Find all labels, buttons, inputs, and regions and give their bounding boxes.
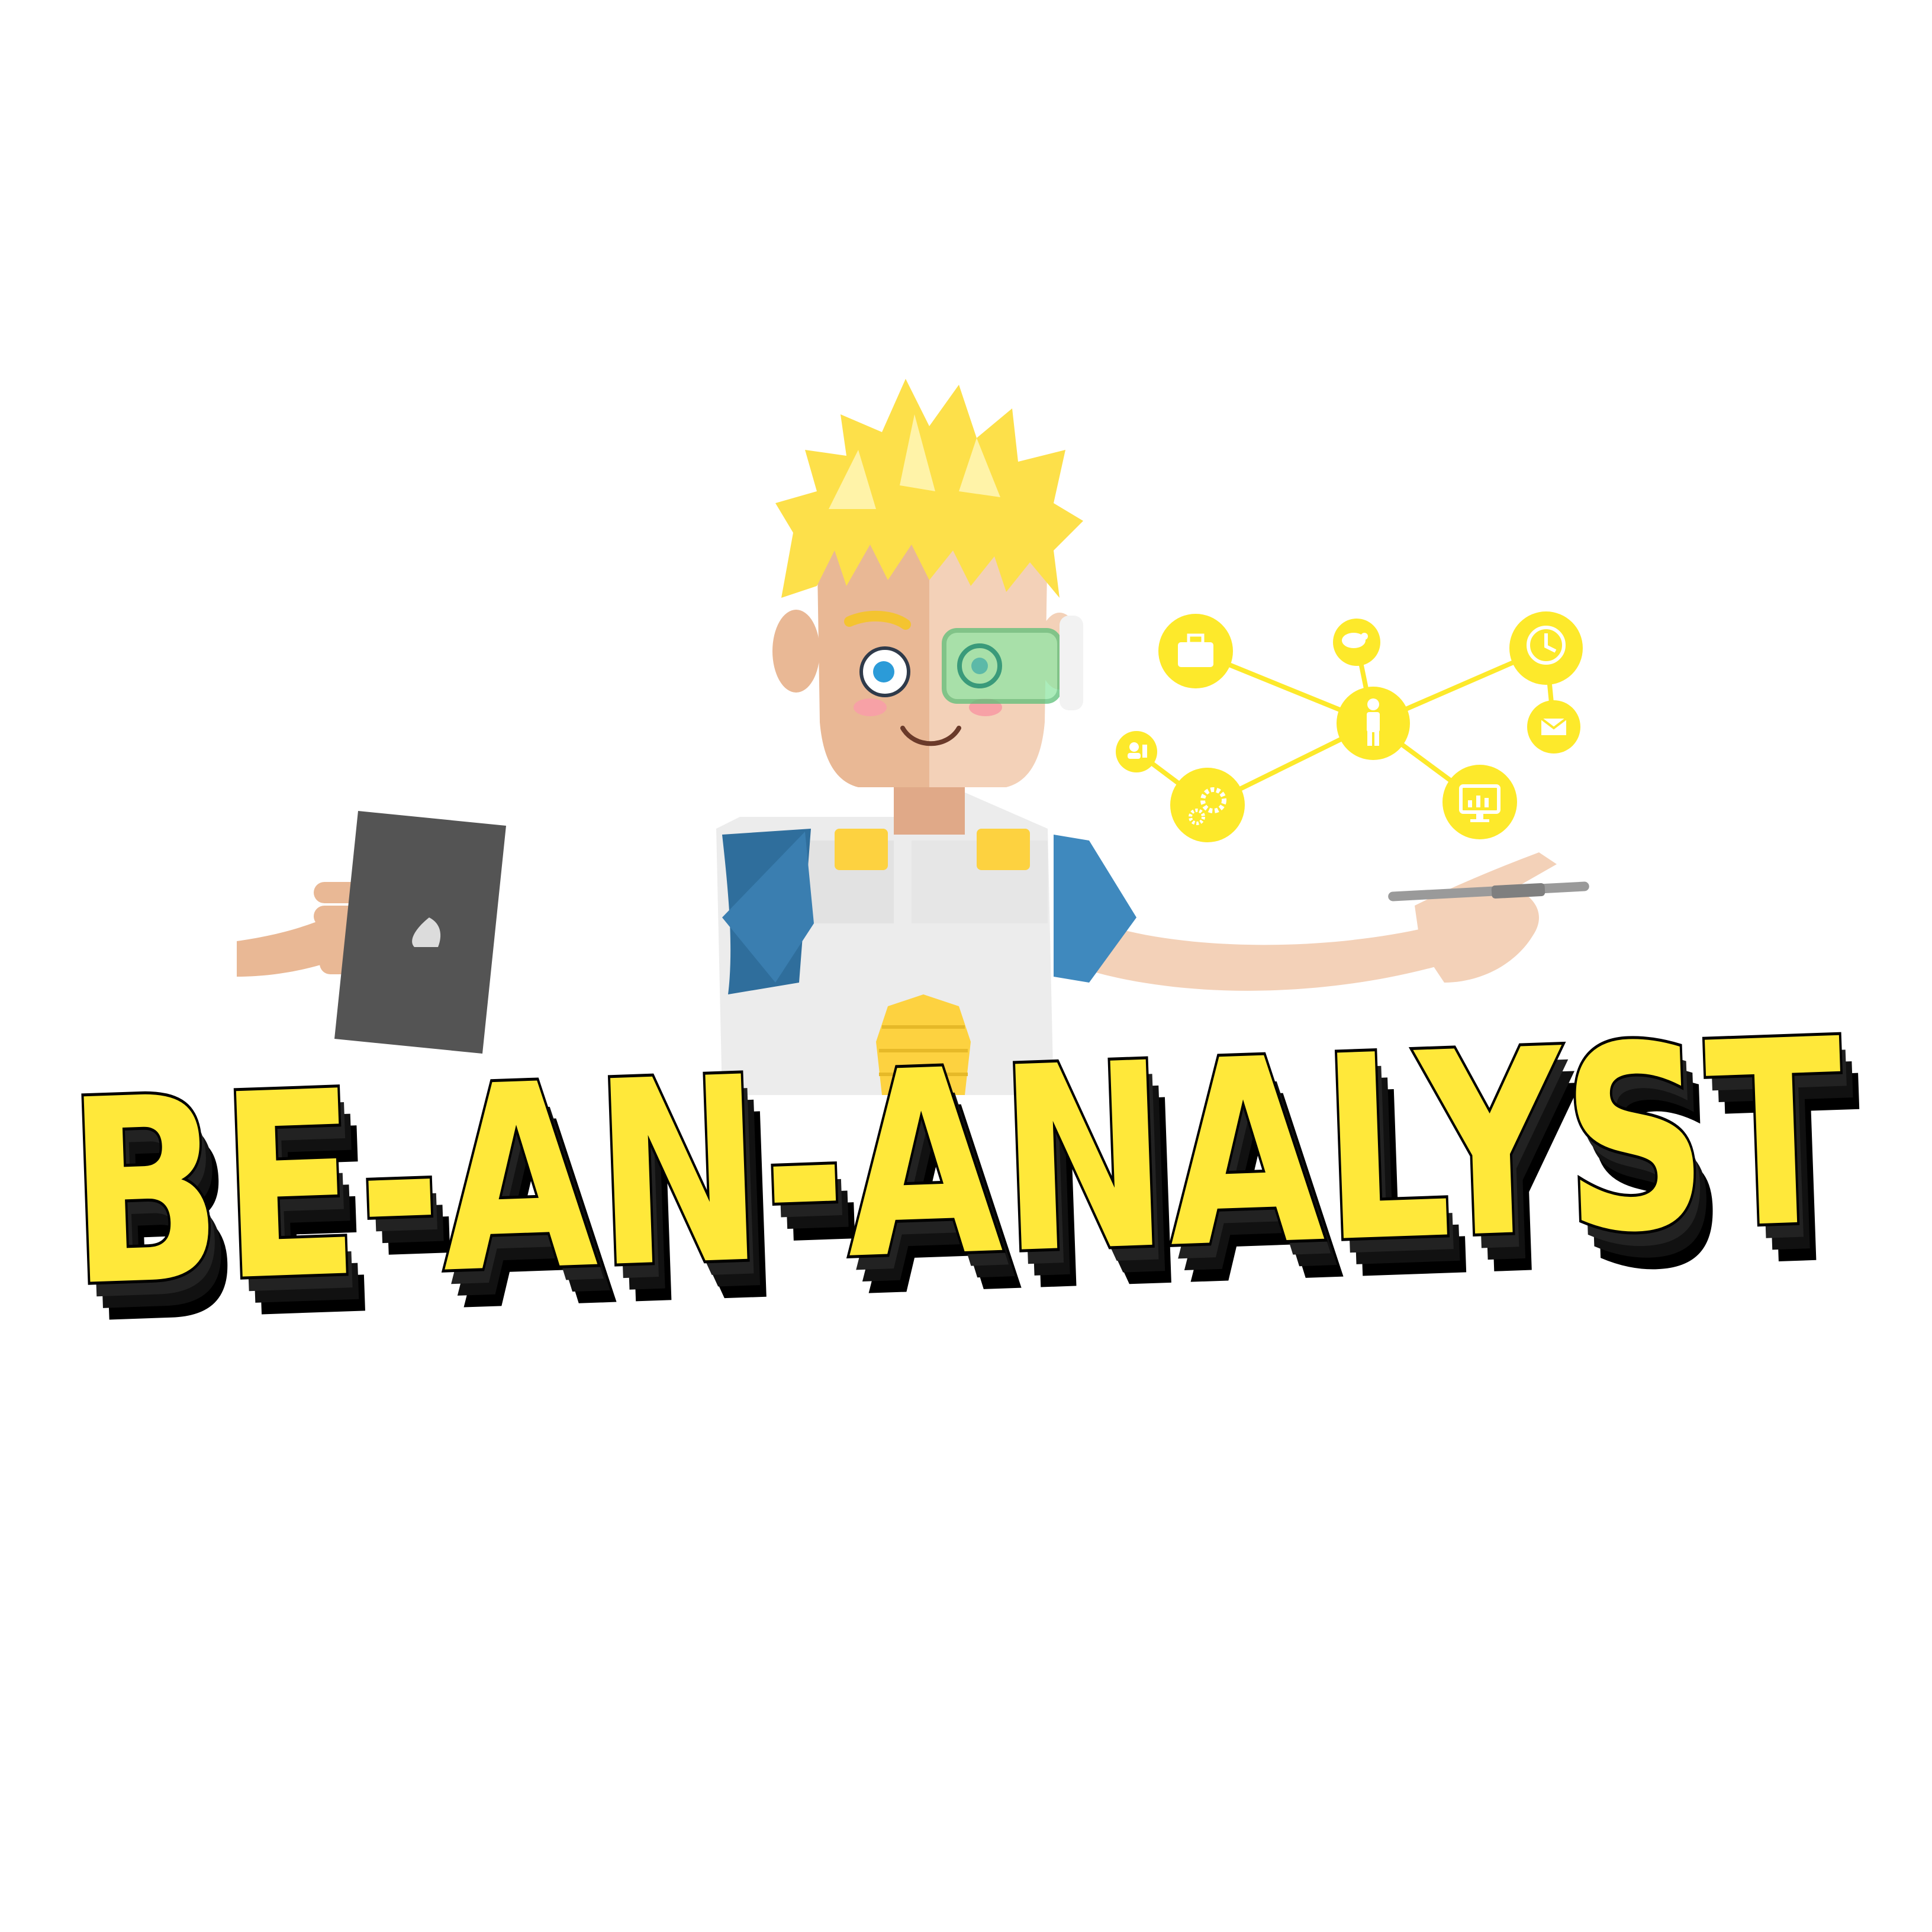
left-eye xyxy=(859,646,910,697)
right-arm xyxy=(1071,917,1462,991)
left-shoulder-pad xyxy=(835,829,888,870)
gears-icon xyxy=(1170,768,1245,842)
left-cheek xyxy=(854,698,887,716)
chat-icon xyxy=(1333,619,1380,666)
logo-title: BE-AN-ANALYST BE-AN-ANALYST BE-AN-ANALYS… xyxy=(61,982,1869,1380)
clock-icon xyxy=(1509,611,1583,685)
scouter-visor xyxy=(942,616,1083,710)
monitor-chart-icon xyxy=(1442,765,1517,839)
network-nodes xyxy=(1116,611,1583,842)
be-an-analyst-logo: BE-AN-ANALYST BE-AN-ANALYST BE-AN-ANALYS… xyxy=(61,379,1869,1380)
contacts-icon xyxy=(1116,731,1157,772)
person-icon xyxy=(1337,687,1410,760)
tablet-device xyxy=(334,811,506,1054)
logo-title-text: BE-AN-ANALYST xyxy=(64,985,1850,1342)
left-ear xyxy=(772,610,820,693)
head xyxy=(772,379,1083,787)
briefcase-icon xyxy=(1158,614,1233,688)
envelope-icon xyxy=(1527,700,1580,754)
right-shoulder-pad xyxy=(977,829,1030,870)
